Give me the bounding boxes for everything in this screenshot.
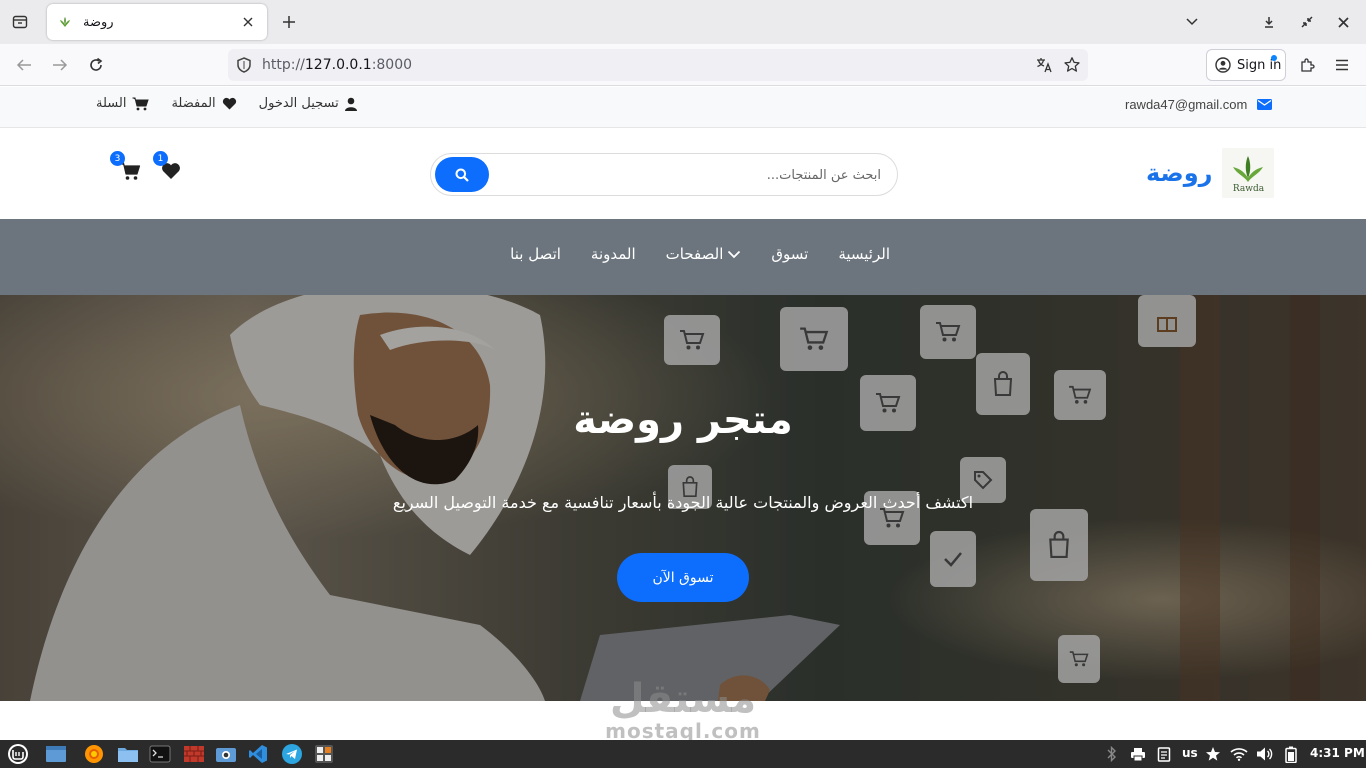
os-taskbar: us 4:31 PM xyxy=(0,740,1366,768)
chevron-down-icon xyxy=(728,250,741,258)
tab-title: روضة xyxy=(83,14,114,30)
new-tab-plus-icon[interactable] xyxy=(278,11,300,33)
nav-contact[interactable]: اتصل بنا xyxy=(510,245,561,263)
bluetooth-icon[interactable] xyxy=(1103,745,1121,763)
notification-dot xyxy=(1271,55,1277,61)
watermark-latin: mostaql.com xyxy=(605,719,761,740)
hero-banner: متجر روضة اكتشف أحدث العروض والمنتجات عا… xyxy=(0,295,1366,701)
login-link[interactable]: تسجيل الدخول xyxy=(259,96,357,111)
login-link-label: تسجيل الدخول xyxy=(258,96,339,111)
restore-icon[interactable] xyxy=(1296,11,1318,33)
printer-icon[interactable] xyxy=(1129,745,1147,763)
shield-icon xyxy=(237,57,251,73)
tab-list-chevron-icon[interactable] xyxy=(1181,11,1203,33)
wifi-icon[interactable] xyxy=(1230,745,1248,763)
screenshot-icon[interactable] xyxy=(214,743,238,765)
firefox-icon[interactable] xyxy=(82,743,106,765)
volume-icon[interactable] xyxy=(1256,745,1274,763)
top-links: السلة المفضلة تسجيل الدخول xyxy=(96,96,357,111)
calculator-icon[interactable] xyxy=(312,743,336,765)
url-port: :8000 xyxy=(371,57,413,73)
close-window-icon[interactable] xyxy=(1332,11,1354,33)
url-scheme: http:// xyxy=(262,57,305,73)
vscode-icon[interactable] xyxy=(246,743,270,765)
show-desktop-icon[interactable] xyxy=(44,743,68,765)
watermark-arabic: مستقل xyxy=(609,676,757,722)
mostaql-watermark: مستقل mostaql.com xyxy=(598,677,768,740)
web-page: السلة المفضلة تسجيل الدخول rawda47@gmail… xyxy=(0,87,1366,740)
clipboard-icon[interactable] xyxy=(1155,745,1173,763)
cart-link-label: السلة xyxy=(96,96,127,111)
url-host: 127.0.0.1 xyxy=(304,57,372,73)
site-header: روضة Rawda 1 3 xyxy=(0,128,1366,219)
extensions-icon[interactable] xyxy=(1295,53,1319,77)
keyboard-layout-indicator[interactable]: us xyxy=(1182,746,1198,760)
cart-button[interactable]: 3 xyxy=(110,151,143,184)
clock[interactable]: 4:31 PM xyxy=(1310,746,1365,760)
nav-home[interactable]: الرئيسية xyxy=(838,245,890,263)
tab-overview-icon[interactable] xyxy=(8,10,32,34)
brand-name: روضة xyxy=(1146,159,1213,187)
menu-hamburger-icon[interactable] xyxy=(1330,53,1354,77)
terminal-icon[interactable] xyxy=(148,743,172,765)
product-search-form xyxy=(430,153,898,196)
url-text: http://127.0.0.1:8000 xyxy=(262,57,412,73)
wishlist-button[interactable]: 1 xyxy=(153,151,184,184)
favorites-link[interactable]: المفضلة xyxy=(171,96,236,111)
close-tab-icon[interactable] xyxy=(239,13,257,31)
mint-menu-icon[interactable] xyxy=(6,743,30,765)
files-icon[interactable] xyxy=(116,743,140,765)
leaf-logo-icon xyxy=(1233,156,1264,182)
favorites-link-label: المفضلة xyxy=(171,96,216,111)
rawda-logo: Rawda xyxy=(1222,148,1275,198)
search-input[interactable] xyxy=(491,159,881,191)
account-icon xyxy=(1215,57,1231,73)
favorites-star-icon[interactable] xyxy=(1204,745,1222,763)
browser-tab-bar: روضة xyxy=(0,0,1366,44)
envelope-icon xyxy=(1257,99,1273,110)
forward-arrow-icon[interactable] xyxy=(48,53,72,77)
hero-title: متجر روضة xyxy=(573,397,793,443)
back-arrow-icon[interactable] xyxy=(12,53,36,77)
bookmark-star-icon[interactable] xyxy=(1063,56,1081,74)
address-bar[interactable]: http://127.0.0.1:8000 xyxy=(228,49,1088,81)
top-contact-bar: السلة المفضلة تسجيل الدخول rawda47@gmail… xyxy=(0,87,1366,128)
battery-icon[interactable] xyxy=(1282,745,1300,763)
firewall-icon[interactable] xyxy=(182,743,206,765)
cart-link[interactable]: السلة xyxy=(96,96,150,111)
nav-shop[interactable]: تسوق xyxy=(771,245,808,263)
nav-blog[interactable]: المدونة xyxy=(591,245,636,263)
cart-icon xyxy=(132,97,150,110)
cart-count-badge: 3 xyxy=(110,151,125,166)
browser-tab[interactable]: روضة xyxy=(47,4,267,40)
wishlist-count-badge: 1 xyxy=(153,151,168,166)
nav-pages-dropdown[interactable]: الصفحات xyxy=(666,245,742,263)
translate-icon[interactable] xyxy=(1035,56,1053,74)
nav-pages-label: الصفحات xyxy=(665,245,724,263)
logo-text: Rawda xyxy=(1232,184,1265,194)
email-text: rawda47@gmail.com xyxy=(1125,97,1248,112)
reload-icon[interactable] xyxy=(84,53,108,77)
leaf-favicon-icon xyxy=(60,17,70,27)
contact-email[interactable]: rawda47@gmail.com xyxy=(1125,97,1273,112)
minimize-icon[interactable] xyxy=(1258,11,1280,33)
hero-subtitle: اكتشف أحدث العروض والمنتجات عالية الجودة… xyxy=(392,493,974,512)
search-icon xyxy=(455,168,469,182)
browser-toolbar: http://127.0.0.1:8000 Sign in xyxy=(0,44,1366,86)
user-icon xyxy=(344,97,357,111)
sign-in-button[interactable]: Sign in xyxy=(1206,49,1286,81)
heart-icon xyxy=(222,97,236,110)
telegram-icon[interactable] xyxy=(280,743,304,765)
shop-now-button[interactable]: تسوق الآن xyxy=(617,553,749,602)
search-button[interactable] xyxy=(435,157,489,192)
main-navigation: الرئيسية تسوق الصفحات المدونة اتصل بنا xyxy=(0,219,1366,295)
brand-logo-link[interactable]: روضة Rawda xyxy=(1146,148,1275,198)
